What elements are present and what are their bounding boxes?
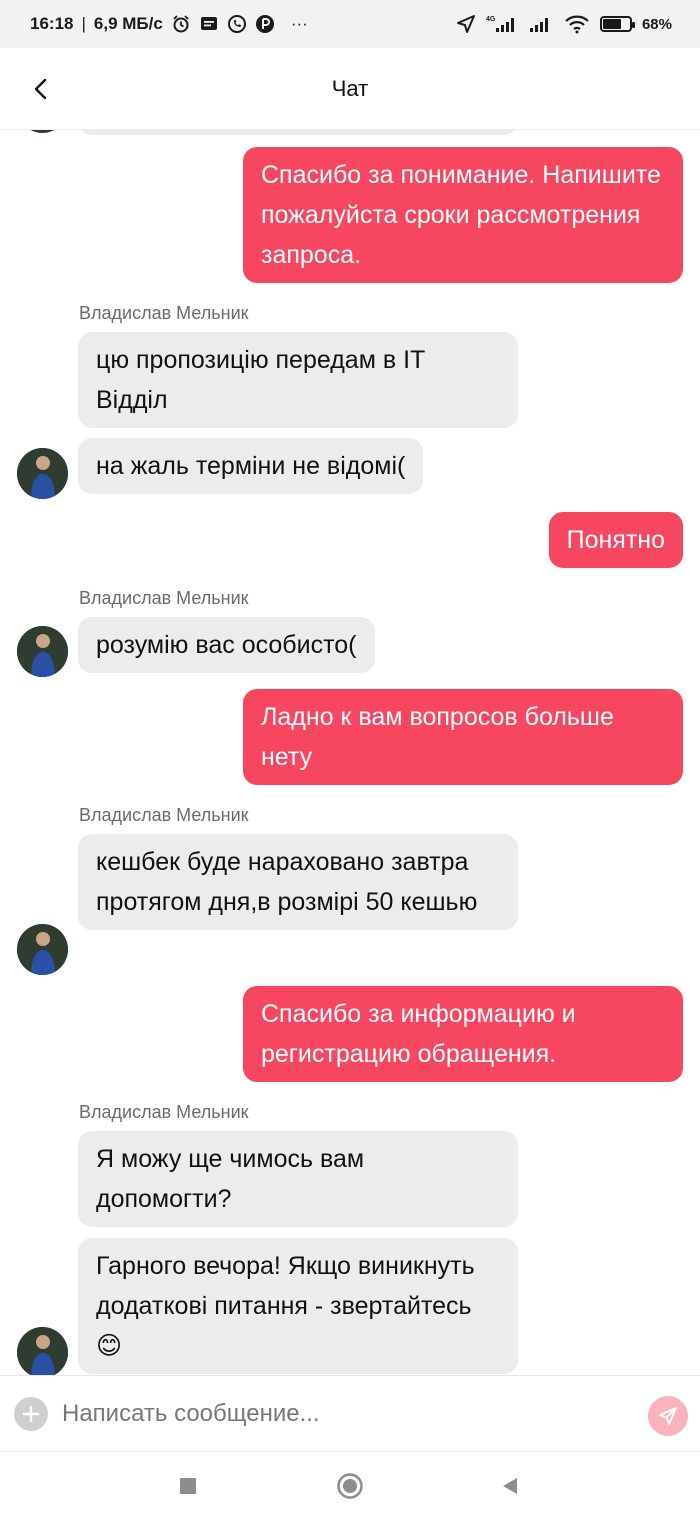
add-attachment-button[interactable]	[14, 1397, 48, 1431]
home-circle-icon	[337, 1473, 363, 1499]
agent-photo	[17, 448, 68, 499]
outgoing-message: Понятно	[548, 512, 683, 568]
status-left: 16:18 | 6,9 МБ/с ···	[30, 14, 308, 34]
sender-name: Владислав Мельник	[79, 805, 249, 825]
agent-photo	[17, 924, 68, 975]
signal-icon-2	[528, 14, 554, 34]
compose-bar	[0, 1375, 700, 1451]
agent-photo	[17, 1327, 68, 1375]
message-input[interactable]	[62, 1394, 622, 1434]
incoming-message: розумію вас особисто(	[78, 617, 375, 673]
avatar	[17, 626, 68, 677]
outgoing-message: Спасибо за информацию и регистрацию обра…	[243, 986, 683, 1082]
status-battery: 68%	[641, 15, 672, 33]
signal-icon: 4G	[486, 14, 518, 34]
outgoing-message: Ладно к вам вопросов больше нету	[243, 689, 683, 785]
system-nav-bar	[0, 1451, 700, 1517]
triangle-back-icon	[503, 1478, 517, 1494]
status-right: 4G 68%	[456, 14, 672, 34]
outgoing-message: Спасибо за понимание. Напишите пожалуйст…	[243, 147, 683, 283]
location-icon	[456, 14, 476, 34]
alarm-icon	[171, 14, 191, 34]
chevron-left-icon	[34, 78, 47, 100]
battery-fill	[602, 19, 621, 29]
incoming-message-partial	[78, 130, 518, 135]
status-speed: 6,9 МБ/с	[93, 14, 163, 33]
incoming-message: цю пропозицію передам в IT Відділ	[78, 332, 518, 428]
incoming-message: Я можу ще чимось вам допомогти?	[78, 1131, 518, 1227]
avatar	[17, 130, 68, 133]
agent-photo	[17, 626, 68, 677]
avatar	[17, 1327, 68, 1375]
avatar	[17, 924, 68, 975]
battery-icon	[599, 16, 635, 32]
sender-name: Владислав Мельник	[79, 1102, 249, 1122]
status-separator: |	[81, 14, 86, 33]
back-button[interactable]	[22, 70, 60, 108]
sender-name: Владислав Мельник	[79, 303, 249, 323]
send-button[interactable]	[648, 1396, 688, 1436]
app-icon	[255, 14, 275, 34]
status-dots: ···	[290, 14, 308, 33]
send-icon	[659, 1407, 677, 1425]
incoming-message: на жаль терміни не відомі(	[78, 438, 424, 494]
page-title: Чат	[331, 75, 369, 101]
avatar	[17, 448, 68, 499]
chat-header: Чат	[0, 48, 700, 130]
home-button[interactable]	[334, 1470, 366, 1502]
message-icon	[199, 14, 219, 34]
incoming-message: кешбек буде нараховано завтра протягом д…	[78, 834, 518, 930]
recents-button[interactable]	[172, 1470, 204, 1502]
sender-name: Владислав Мельник	[79, 588, 249, 608]
chat-area[interactable]: Спасибо за понимание. Напишите пожалуйст…	[0, 130, 700, 1375]
status-time: 16:18	[30, 14, 74, 33]
network-label: 4G	[486, 16, 496, 23]
back-nav-button[interactable]	[494, 1470, 526, 1502]
plus-icon	[22, 1405, 40, 1423]
incoming-message: Гарного вечора! Якщо виникнуть додаткові…	[78, 1238, 518, 1374]
square-icon	[180, 1478, 196, 1494]
status-bar: 16:18 | 6,9 МБ/с ··· 4G 68%	[0, 0, 700, 48]
viber-icon	[227, 14, 247, 34]
wifi-icon	[564, 14, 590, 34]
